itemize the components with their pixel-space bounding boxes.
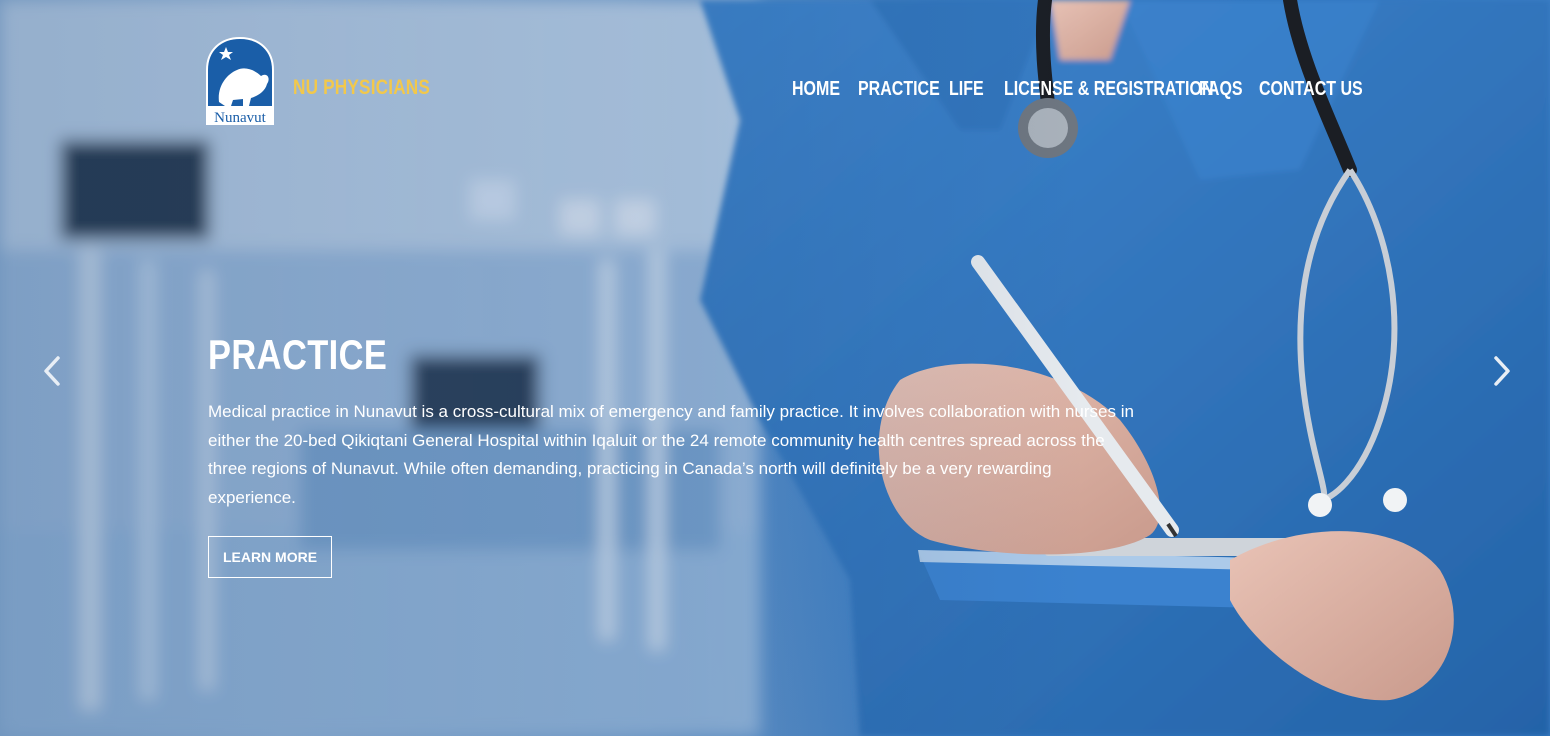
carousel-next-button[interactable] — [1488, 355, 1518, 387]
nav-item-life[interactable]: LIFE — [949, 78, 984, 101]
slide-title: PRACTICE — [208, 331, 388, 378]
nav-item-practice[interactable]: PRACTICE — [858, 78, 940, 101]
logo-wordmark: Nunavut — [214, 110, 266, 125]
carousel-prev-button[interactable] — [38, 355, 68, 387]
chevron-left-icon — [44, 356, 60, 386]
main-nav: HOME PRACTICE LIFE LICENSE & REGISTRATIO… — [0, 78, 1550, 108]
nav-item-home[interactable]: HOME — [792, 78, 840, 101]
nav-item-contact-us[interactable]: CONTACT US — [1259, 78, 1363, 101]
chevron-right-icon — [1494, 356, 1510, 386]
nav-item-license-registration[interactable]: LICENSE & REGISTRATION — [1004, 78, 1214, 101]
nav-item-faqs[interactable]: FAQS — [1199, 78, 1243, 101]
learn-more-button[interactable]: LEARN MORE — [208, 536, 332, 578]
slide-description: Medical practice in Nunavut is a cross-c… — [208, 402, 1134, 508]
